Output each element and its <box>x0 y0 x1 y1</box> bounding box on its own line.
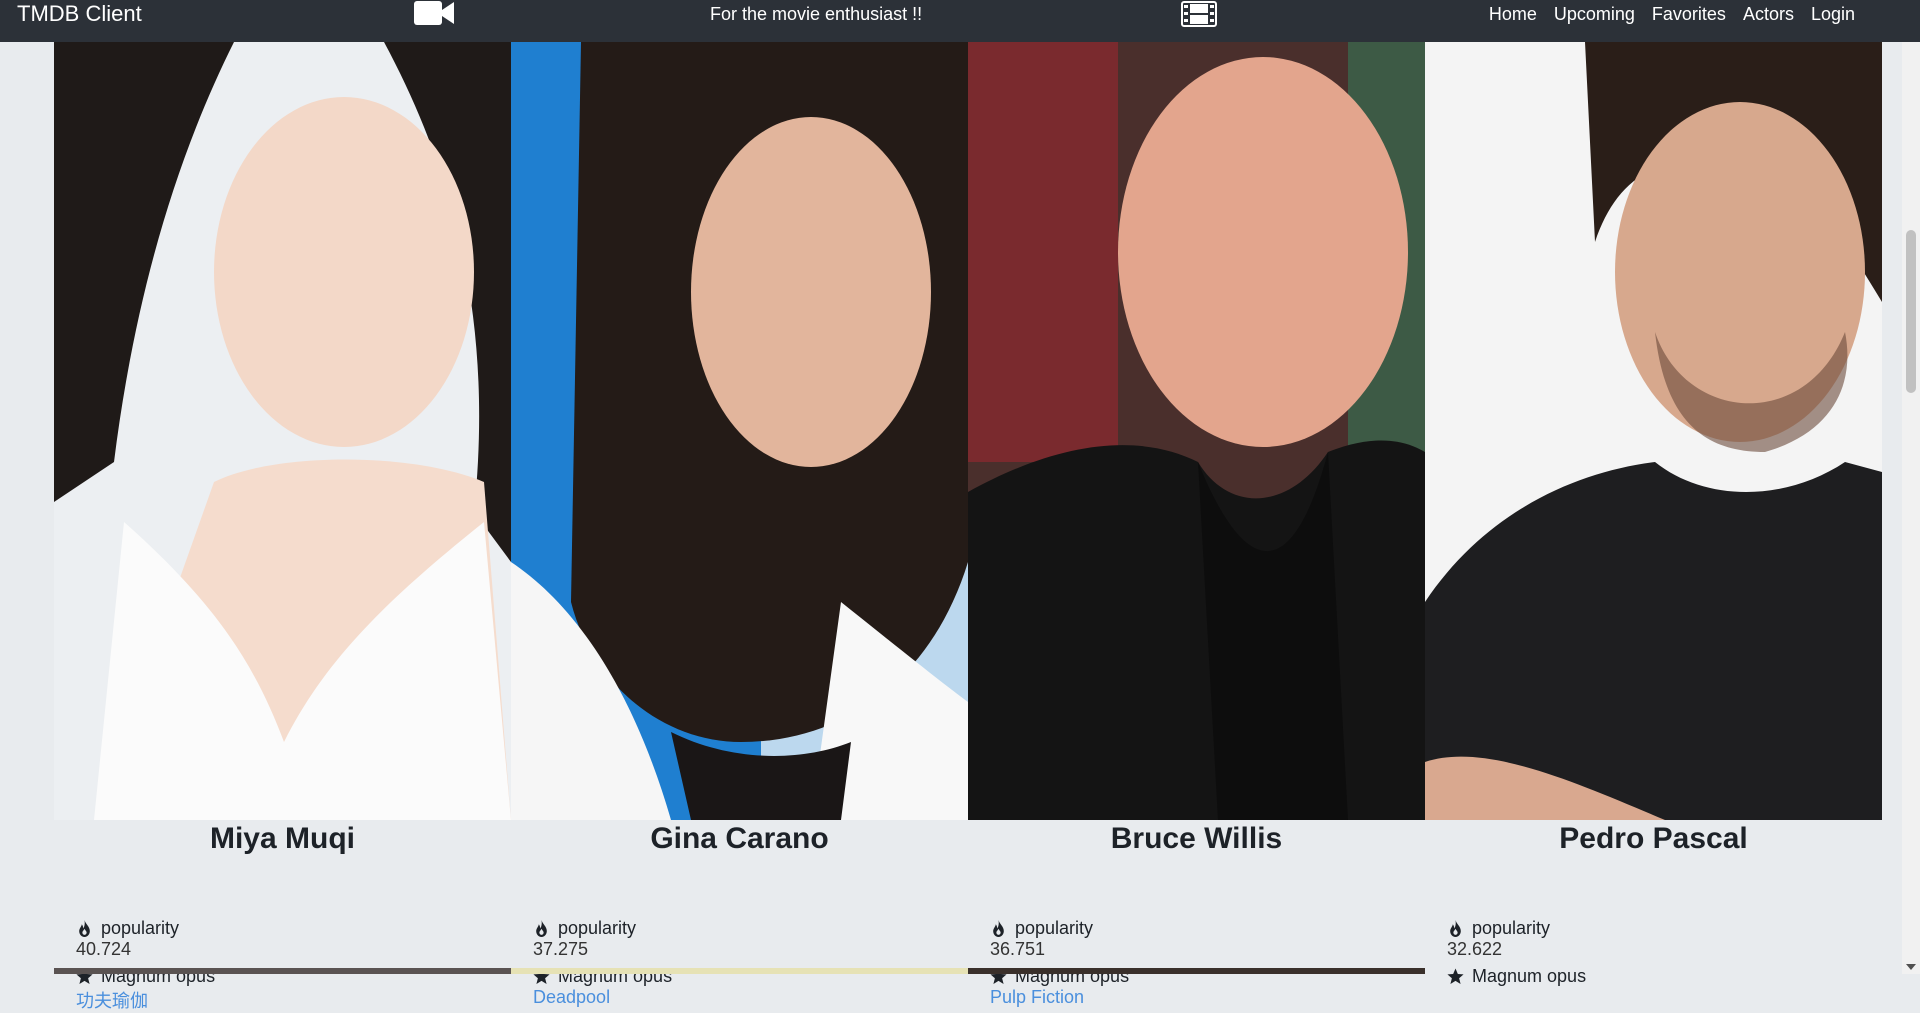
actor-name[interactable]: Gina Carano <box>511 822 968 856</box>
popularity-label: popularity <box>1447 918 1550 939</box>
top-navbar: TMDB Client For the movie enthusiast !! … <box>0 0 1920 42</box>
popularity-label-text: popularity <box>558 918 637 938</box>
magnum-opus-link[interactable]: 功夫瑜伽 <box>76 987 148 1013</box>
nav-login[interactable]: Login <box>1811 0 1855 28</box>
flame-icon <box>79 920 90 937</box>
actor-name[interactable]: Miya Muqi <box>54 822 511 856</box>
popularity-label: popularity <box>76 918 179 939</box>
nav-actors[interactable]: Actors <box>1743 0 1794 28</box>
scroll-down-arrow-icon[interactable] <box>1906 964 1916 970</box>
tagline: For the movie enthusiast !! <box>710 4 923 24</box>
magnum-opus-label: Magnum opus <box>1447 966 1586 987</box>
nav-home[interactable]: Home <box>1489 0 1537 28</box>
actor-photo[interactable] <box>511 42 968 820</box>
actor-photo[interactable] <box>968 42 1425 820</box>
actor-photo[interactable] <box>54 42 511 820</box>
popularity-value: 32.622 <box>1447 939 1503 959</box>
flame-icon <box>1450 920 1461 937</box>
nav-favorites[interactable]: Favorites <box>1652 0 1726 28</box>
nav-upcoming[interactable]: Upcoming <box>1554 0 1635 28</box>
nav-links: Home Upcoming Favorites Actors Login <box>1489 0 1855 28</box>
actor-name[interactable]: Bruce Willis <box>968 822 1425 856</box>
popularity-label: popularity <box>533 918 636 939</box>
actor-name[interactable]: Pedro Pascal <box>1425 822 1882 856</box>
popularity-value: 37.275 <box>533 939 589 959</box>
magnum-opus-label-text: Magnum opus <box>1472 966 1587 986</box>
video-camera-icon <box>414 1 456 25</box>
page-scrollbar[interactable] <box>1902 0 1920 974</box>
actor-card[interactable]: Bruce Willis popularity 36.751 Magnum op… <box>968 42 1425 1007</box>
actor-card[interactable]: Pedro Pascal popularity 32.622 Magnum op… <box>1425 42 1882 986</box>
actor-photo[interactable] <box>1425 42 1882 820</box>
magnum-opus-link[interactable]: Pulp Fiction <box>990 987 1084 1008</box>
popularity-label-text: popularity <box>1472 918 1551 938</box>
magnum-opus-link[interactable]: Deadpool <box>533 987 610 1008</box>
popularity-label-text: popularity <box>101 918 180 938</box>
popularity-label: popularity <box>990 918 1093 939</box>
film-icon <box>1181 1 1217 27</box>
star-icon <box>1447 968 1464 984</box>
next-row-photo-edge <box>511 968 968 974</box>
popularity-value: 36.751 <box>990 939 1046 959</box>
flame-icon <box>536 920 547 937</box>
actor-grid: Miya Muqi popularity 40.724 Magnum opus … <box>54 42 1898 1011</box>
brand-title[interactable]: TMDB Client <box>17 0 142 28</box>
flame-icon <box>993 920 1004 937</box>
actor-card[interactable]: Miya Muqi popularity 40.724 Magnum opus … <box>54 42 511 1011</box>
next-row-photo-edge <box>54 968 511 974</box>
scrollbar-thumb[interactable] <box>1906 230 1916 393</box>
next-row-photo-edge <box>968 968 1425 974</box>
popularity-value: 40.724 <box>76 939 132 959</box>
actor-card[interactable]: Gina Carano popularity 37.275 Magnum opu… <box>511 42 968 1007</box>
popularity-label-text: popularity <box>1015 918 1094 938</box>
